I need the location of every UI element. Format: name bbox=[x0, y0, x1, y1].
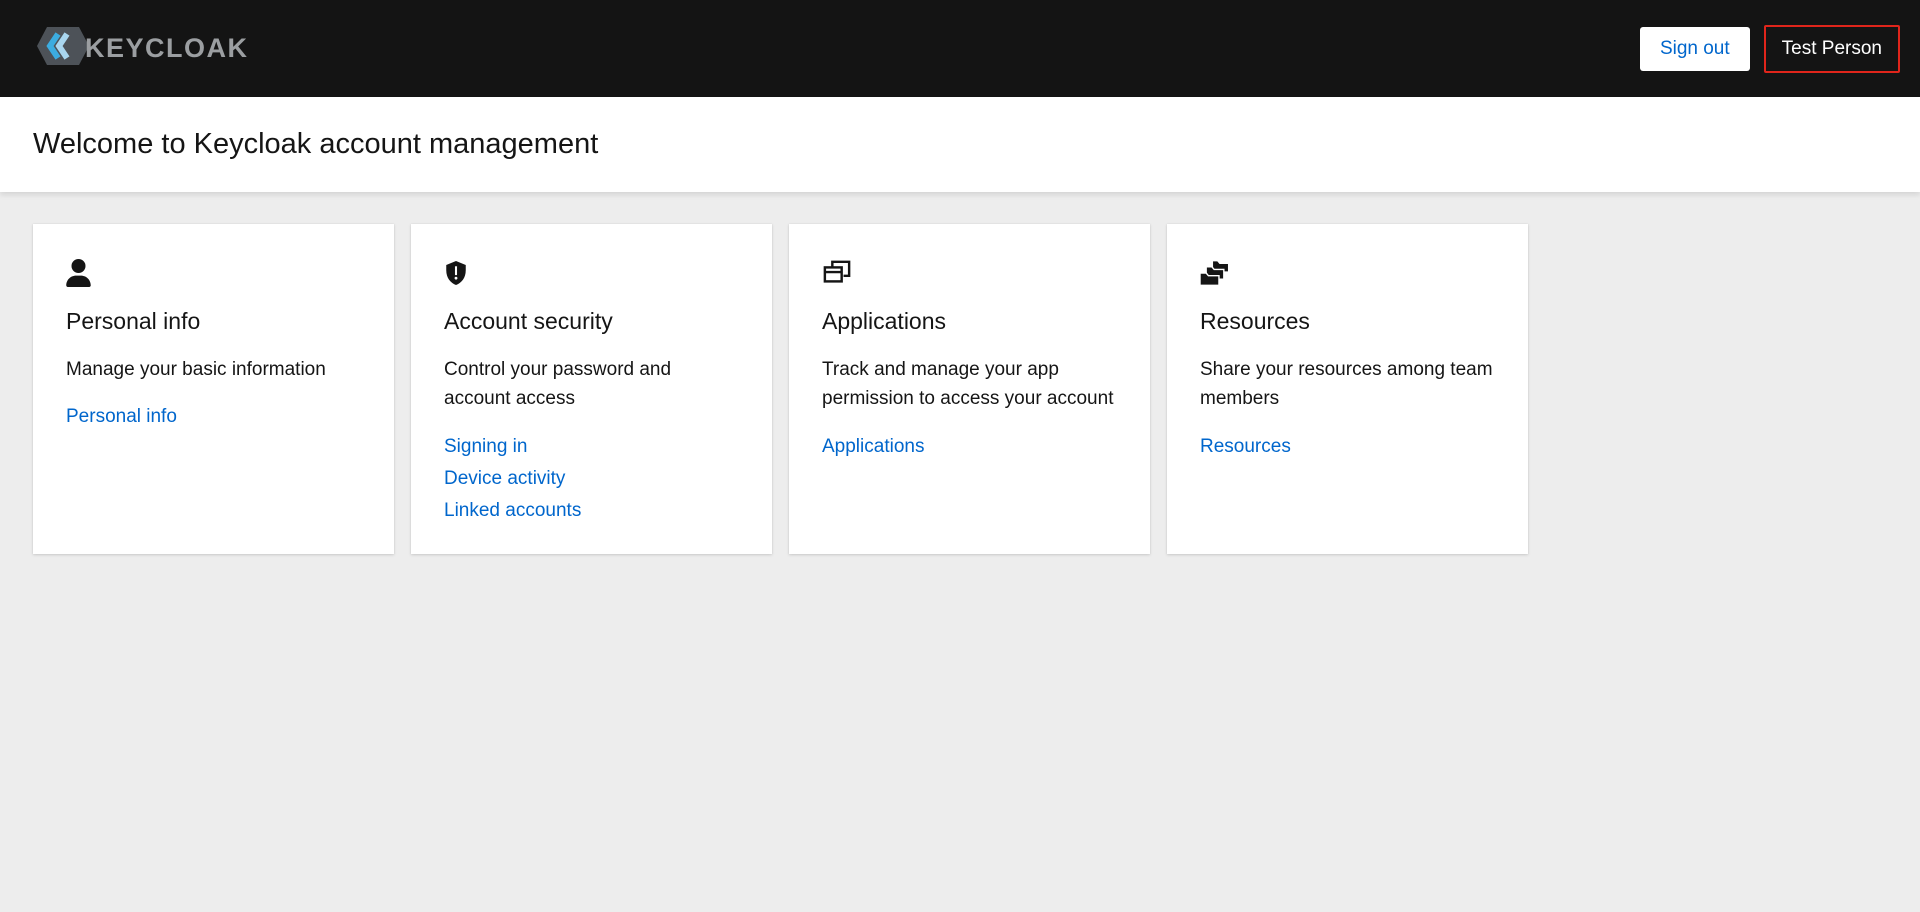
card-links: Personal info bbox=[66, 406, 361, 428]
card-description: Track and manage your app permission to … bbox=[822, 355, 1117, 414]
card-links: Applications bbox=[822, 436, 1117, 458]
device-activity-link[interactable]: Device activity bbox=[444, 468, 565, 490]
card-title: Resources bbox=[1200, 308, 1495, 335]
card-applications: Applications Track and manage your app p… bbox=[789, 224, 1150, 554]
app-header: KEYCLOAK Sign out Test Person bbox=[0, 0, 1920, 97]
brand-text: KEYCLOAK bbox=[85, 33, 249, 64]
keycloak-logo-icon bbox=[37, 27, 89, 70]
card-title: Applications bbox=[822, 308, 1117, 335]
welcome-banner: Welcome to Keycloak account management bbox=[0, 97, 1920, 192]
linked-accounts-link[interactable]: Linked accounts bbox=[444, 500, 581, 522]
card-title: Account security bbox=[444, 308, 739, 335]
card-description: Share your resources among team members bbox=[1200, 355, 1495, 414]
applications-icon bbox=[822, 258, 852, 288]
user-icon bbox=[66, 258, 91, 288]
card-account-security: Account security Control your password a… bbox=[411, 224, 772, 554]
shield-exclamation-icon bbox=[444, 258, 468, 288]
cards-grid: Personal info Manage your basic informat… bbox=[0, 192, 1920, 586]
keycloak-logo[interactable]: KEYCLOAK bbox=[37, 27, 249, 70]
card-resources: Resources Share your resources among tea… bbox=[1167, 224, 1528, 554]
applications-link[interactable]: Applications bbox=[822, 436, 924, 458]
card-personal-info: Personal info Manage your basic informat… bbox=[33, 224, 394, 554]
header-actions: Sign out Test Person bbox=[1640, 25, 1900, 73]
resources-link[interactable]: Resources bbox=[1200, 436, 1291, 458]
card-description: Control your password and account access bbox=[444, 355, 739, 414]
card-links: Signing in Device activity Linked accoun… bbox=[444, 436, 739, 522]
signing-in-link[interactable]: Signing in bbox=[444, 436, 527, 458]
sign-out-button[interactable]: Sign out bbox=[1640, 27, 1750, 71]
stacked-folders-icon bbox=[1200, 258, 1230, 288]
user-menu-button[interactable]: Test Person bbox=[1764, 25, 1900, 73]
card-description: Manage your basic information bbox=[66, 355, 361, 384]
card-title: Personal info bbox=[66, 308, 361, 335]
personal-info-link[interactable]: Personal info bbox=[66, 406, 177, 428]
card-links: Resources bbox=[1200, 436, 1495, 458]
page-title: Welcome to Keycloak account management bbox=[33, 128, 598, 161]
